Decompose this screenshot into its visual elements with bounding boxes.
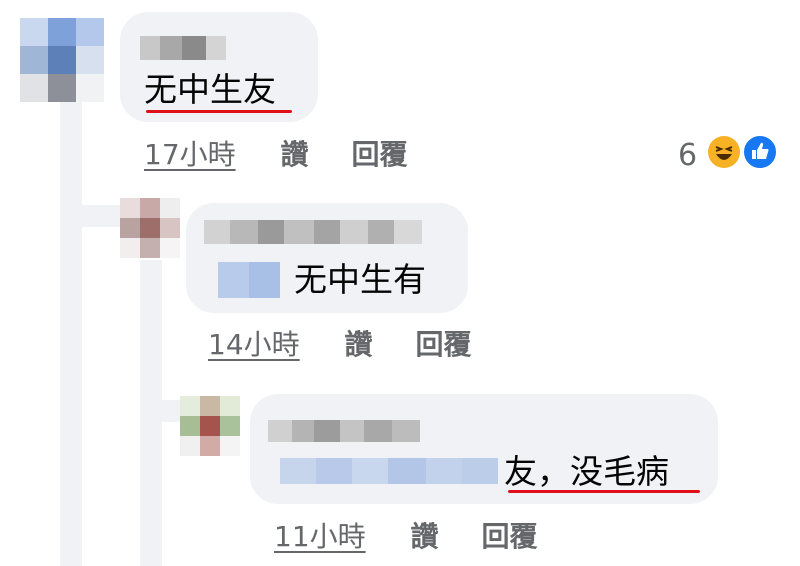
- like-icon[interactable]: [742, 134, 778, 170]
- mention-tag[interactable]: [280, 458, 498, 484]
- timestamp-link[interactable]: 14小時: [208, 328, 300, 361]
- text-underline: [146, 110, 292, 113]
- like-button[interactable]: 讚: [345, 328, 373, 361]
- timestamp-link[interactable]: 17小時: [144, 138, 236, 171]
- comment-text: 友，没毛病: [504, 452, 669, 491]
- haha-icon[interactable]: [708, 136, 740, 168]
- mention-tag[interactable]: [218, 262, 280, 298]
- comment-actions: 17小時 讚 回覆: [144, 138, 407, 172]
- reply-button[interactable]: 回覆: [481, 520, 537, 553]
- like-button[interactable]: 讚: [281, 138, 309, 171]
- reply-button[interactable]: 回覆: [415, 328, 471, 361]
- avatar[interactable]: [20, 18, 104, 102]
- author-name[interactable]: [204, 220, 422, 244]
- thread-line: [60, 100, 82, 566]
- reply-button[interactable]: 回覆: [351, 138, 407, 171]
- reaction-count[interactable]: 6: [678, 138, 697, 173]
- author-name[interactable]: [268, 420, 420, 442]
- like-button[interactable]: 讚: [411, 520, 439, 553]
- thread-line: [60, 205, 120, 227]
- thread-line: [140, 400, 182, 422]
- avatar[interactable]: [120, 198, 180, 258]
- avatar[interactable]: [180, 396, 240, 456]
- timestamp-link[interactable]: 11小時: [274, 520, 366, 553]
- comment-text: 无中生有: [294, 260, 426, 299]
- comment-text: 无中生友: [144, 70, 276, 109]
- comment-actions: 14小時 讚 回覆: [208, 328, 471, 362]
- comment-actions: 11小時 讚 回覆: [274, 520, 537, 554]
- author-name[interactable]: [140, 36, 226, 60]
- text-underline: [508, 490, 700, 493]
